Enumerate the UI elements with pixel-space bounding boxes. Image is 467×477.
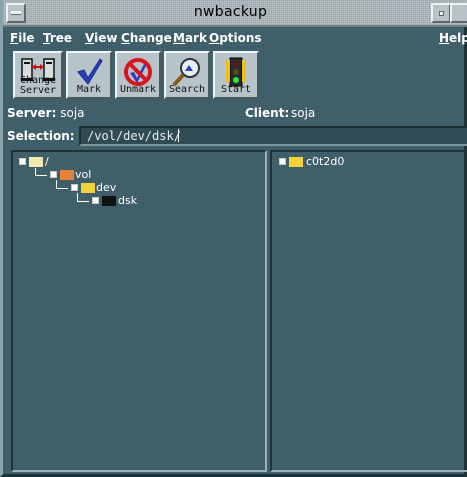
menu-mark[interactable]: Mark — [173, 31, 207, 45]
client-label: Client: — [245, 106, 290, 120]
minimize-button[interactable] — [431, 3, 451, 23]
client-value: soja — [291, 106, 316, 120]
start-button[interactable]: Start — [213, 51, 259, 99]
mark-checkbox[interactable] — [92, 197, 99, 204]
tree-node-dev[interactable]: dev — [71, 182, 131, 194]
menu-view[interactable]: View — [85, 31, 117, 45]
window-menu-button[interactable] — [6, 3, 26, 23]
menu-options[interactable]: Options — [209, 31, 262, 45]
tree-connector — [35, 175, 47, 176]
nwbackup-window: nwbackup File Tree View Change Mark Opti… — [0, 0, 467, 477]
mark-button[interactable]: Mark — [66, 51, 112, 99]
selection-bar: Selection: /vol/dev/dsk/ — [7, 126, 467, 148]
unmark-label: Unmark — [119, 84, 157, 95]
tree-node-dsk[interactable]: dsk — [92, 195, 152, 207]
tree-node-root[interactable]: / — [19, 156, 79, 168]
mark-checkbox[interactable] — [279, 158, 286, 165]
mark-label: Mark — [76, 84, 102, 95]
menu-bar: File Tree View Change Mark Options Help — [3, 28, 467, 48]
file-list-pane[interactable]: c0t2d0 — [270, 150, 467, 472]
folder-closed-icon — [289, 157, 303, 167]
directory-tree-pane[interactable]: / vol dev dsk — [11, 150, 267, 472]
maximize-button[interactable] — [450, 3, 467, 23]
title-bar[interactable]: nwbackup — [3, 0, 467, 27]
folder-open-icon — [81, 183, 95, 193]
tree-node-vol[interactable]: vol — [50, 169, 110, 181]
unmark-button[interactable]: Unmark — [115, 51, 161, 99]
change-server-button[interactable]: Change Server — [13, 51, 63, 99]
folder-closed-icon — [102, 196, 116, 206]
tree-connector — [77, 201, 89, 202]
selection-input[interactable]: /vol/dev/dsk/ — [79, 126, 467, 146]
list-item[interactable]: c0t2d0 — [279, 156, 369, 168]
folder-open-icon — [60, 170, 74, 180]
text-cursor — [177, 129, 179, 142]
search-button[interactable]: Search — [164, 51, 210, 99]
tree-connector — [56, 188, 68, 189]
toolbar: Change Server Mark Unmark Search Start — [3, 49, 467, 103]
server-value: soja — [60, 106, 85, 120]
menu-tree[interactable]: Tree — [43, 31, 72, 45]
server-client-bar: Server: soja Client: soja — [7, 106, 467, 124]
selection-label: Selection: — [7, 129, 75, 143]
mark-checkbox[interactable] — [19, 158, 26, 165]
checkmark-icon — [77, 58, 103, 85]
mark-checkbox[interactable] — [71, 184, 78, 191]
start-label: Start — [220, 84, 252, 95]
change-server-label-2: Server — [19, 85, 57, 96]
menu-file[interactable]: File — [10, 31, 35, 45]
menu-help[interactable]: Help — [439, 31, 467, 45]
server-label: Server: — [7, 106, 57, 120]
search-label: Search — [168, 84, 206, 95]
folder-open-icon — [29, 157, 43, 167]
window-title: nwbackup — [193, 4, 268, 20]
menu-change[interactable]: Change — [121, 31, 172, 45]
mark-checkbox[interactable] — [50, 171, 57, 178]
